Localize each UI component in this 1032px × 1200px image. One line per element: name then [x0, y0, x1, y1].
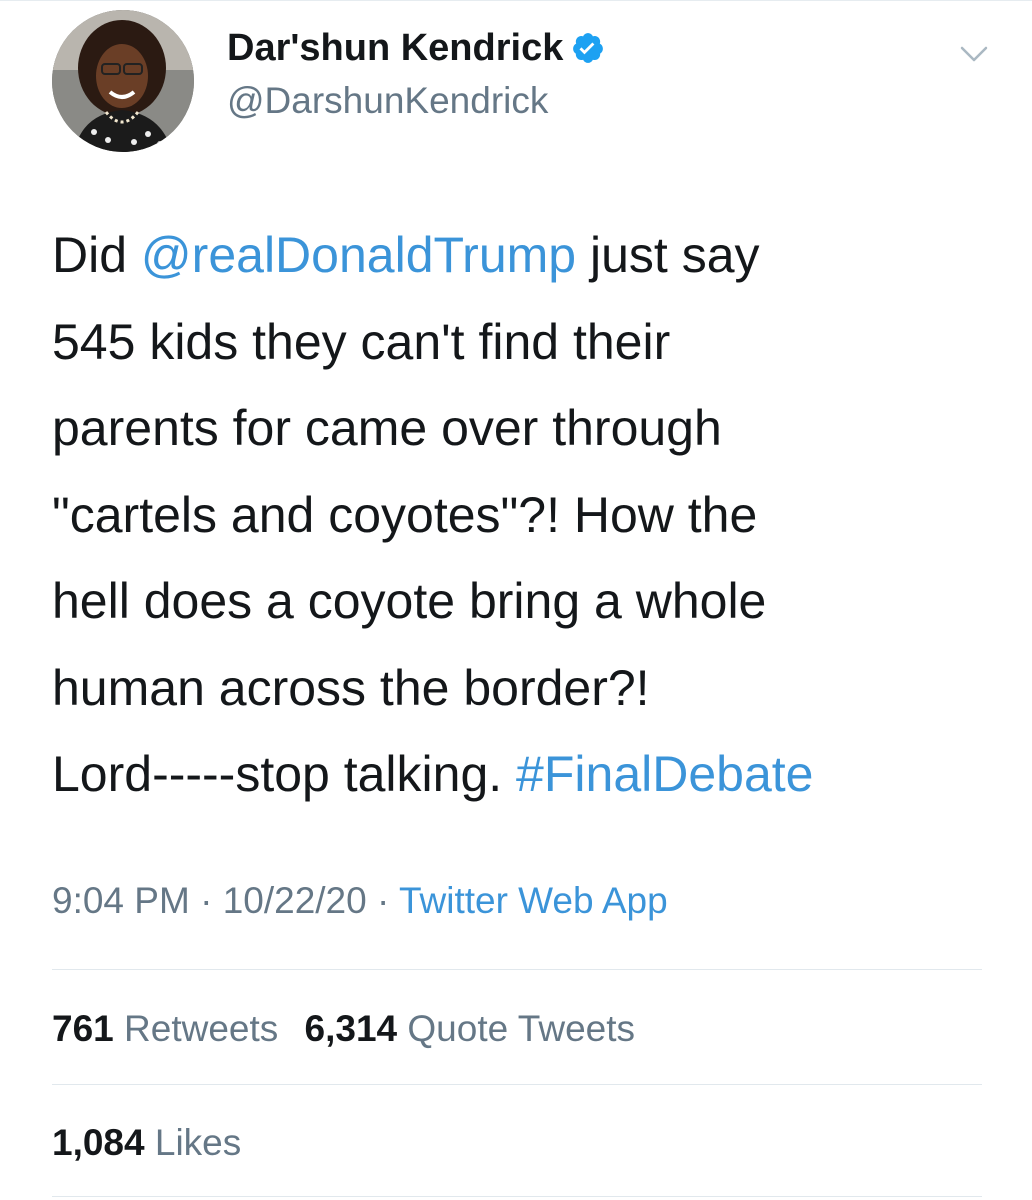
display-name[interactable]: Dar'shun Kendrick [227, 27, 563, 70]
chevron-down-icon[interactable] [954, 34, 994, 74]
tweet-text-segment: Did [52, 227, 141, 283]
likes-stats: 1,084 Likes [52, 1122, 257, 1164]
likes-count: 1,084 [52, 1122, 145, 1163]
meta-separator: · [366, 880, 399, 921]
likes-label: Likes [154, 1122, 242, 1163]
verified-badge-icon [571, 31, 605, 65]
avatar[interactable] [52, 10, 194, 152]
tweet-text-line: Did @realDonaldTrump just say [52, 212, 1002, 299]
tweet-text-segment: parents for came over through [52, 400, 722, 456]
tweet-text-line: parents for came over through [52, 385, 1002, 472]
tweet-text-segment: 545 kids they can't find their [52, 313, 671, 370]
tweet-text-line: hell does a coyote bring a whole [52, 558, 1002, 645]
divider [52, 1196, 982, 1197]
hashtag-link[interactable]: #FinalDebate [516, 746, 813, 802]
quote-tweets-label: Quote Tweets [407, 1008, 636, 1049]
tweet-time[interactable]: 9:04 PM [52, 880, 190, 921]
tweet-text-line: 545 kids they can't find their [52, 299, 1002, 386]
tweet-text-line: Lord-----stop talking. #FinalDebate [52, 731, 1002, 818]
tweet-header: Dar'shun Kendrick @DarshunKendrick [52, 8, 992, 158]
profile-photo [52, 10, 194, 152]
quote-tweets-stat[interactable]: 6,314 Quote Tweets [305, 1008, 636, 1049]
likes-stat[interactable]: 1,084 Likes [52, 1122, 241, 1163]
tweet-text-line: "cartels and coyotes"?! How the [52, 472, 1002, 559]
tweet-text-segment: human across the border?! [52, 659, 650, 716]
top-divider [0, 0, 1032, 1]
tweet-meta: 9:04 PM · 10/22/20 · Twitter Web App [52, 880, 668, 922]
engagement-stats: 761 Retweets 6,314 Quote Tweets [52, 1008, 651, 1050]
mention-link[interactable]: @realDonaldTrump [141, 227, 576, 283]
tweet-text-segment: "cartels and coyotes"?! How the [52, 486, 758, 543]
tweet-date[interactable]: 10/22/20 [223, 880, 367, 921]
tweet-source-link[interactable]: Twitter Web App [399, 880, 668, 921]
tweet-text-segment: just say [576, 227, 760, 283]
name-row: Dar'shun Kendrick [227, 26, 605, 70]
author-handle[interactable]: @DarshunKendrick [227, 80, 605, 122]
tweet-text-segment: hell does a coyote bring a whole [52, 573, 767, 629]
retweets-label: Retweets [124, 1008, 279, 1049]
divider [52, 969, 982, 970]
retweets-stat[interactable]: 761 Retweets [52, 1008, 278, 1049]
retweets-count: 761 [52, 1008, 114, 1049]
tweet-text-segment: Lord-----stop talking. [52, 746, 517, 802]
author-block: Dar'shun Kendrick @DarshunKendrick [227, 26, 605, 122]
tweet-text-line: human across the border?! [52, 645, 1002, 732]
divider [52, 1084, 982, 1085]
tweet-text: Did @realDonaldTrump just say 545 kids th… [52, 212, 1002, 818]
meta-separator: · [189, 880, 223, 921]
quote-tweets-count: 6,314 [304, 1008, 398, 1049]
